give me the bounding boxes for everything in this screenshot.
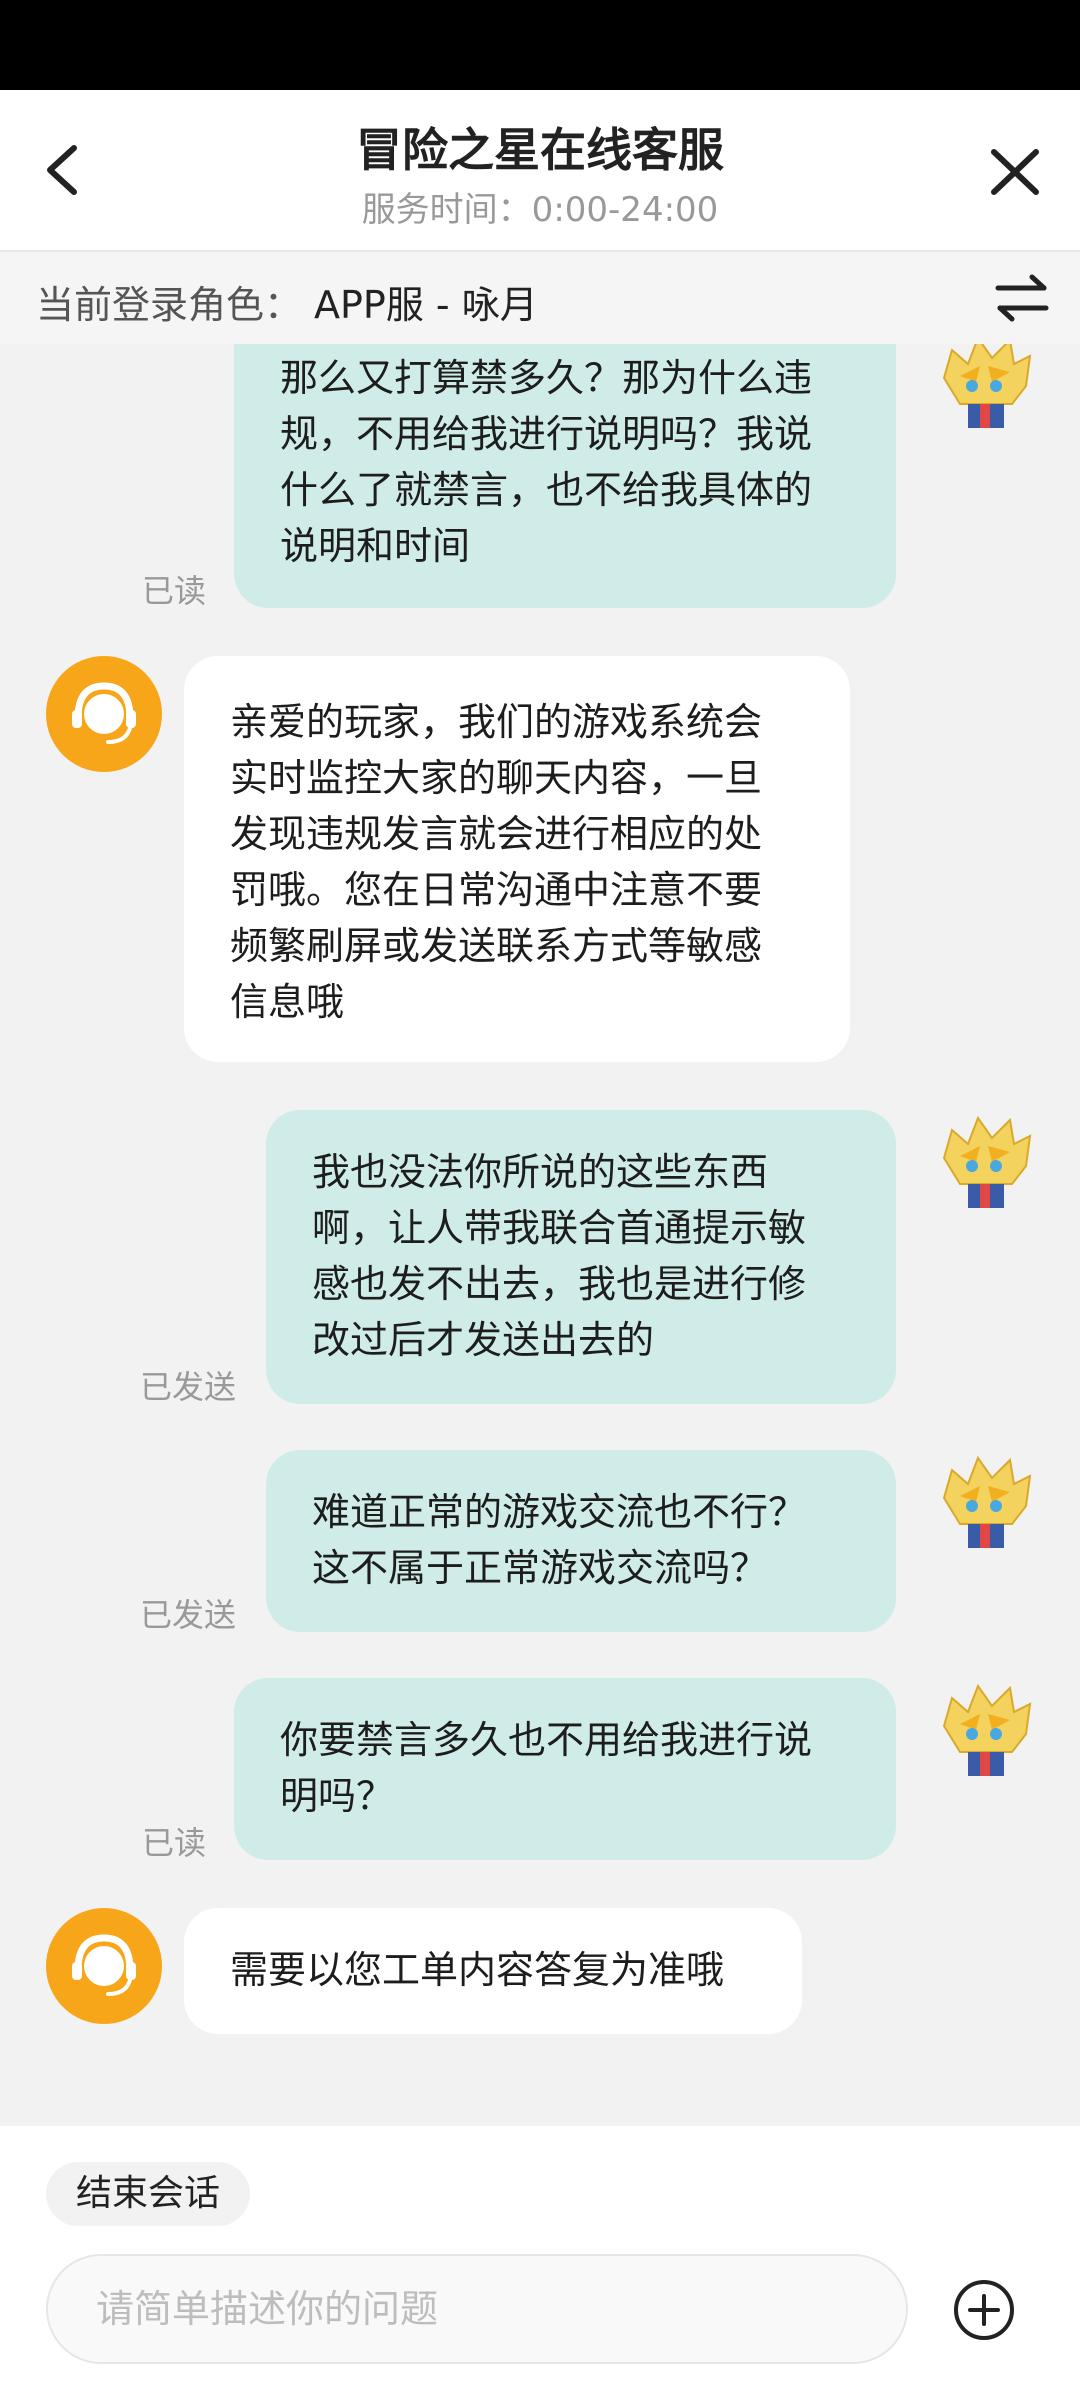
role-bar: 当前登录角色： APP服 - 咏月 xyxy=(0,252,1080,344)
user-avatar xyxy=(942,1115,1032,1208)
agent-avatar xyxy=(46,1908,162,2024)
user-avatar xyxy=(942,1683,1032,1776)
sent-receipt: 已发送 xyxy=(140,1596,237,1634)
message-line: 那么又打算禁多久？那为什么违 xyxy=(280,356,813,400)
role-label: 当前登录角色： APP服 - 咏月 xyxy=(36,283,538,327)
message-line: 亲爱的玩家，我们的游戏系统会 xyxy=(230,700,763,744)
swap-arrows-icon xyxy=(995,274,1049,322)
chat-messages[interactable]: 那么又打算禁多久？那为什么违 规，不用给我进行说明吗？我说 什么了就禁言，也不给… xyxy=(0,344,1080,2126)
close-button[interactable] xyxy=(980,130,1050,210)
user-message: 难道正常的游戏交流也不行？ 这不属于正常游戏交流吗？ xyxy=(266,1450,896,1632)
status-bar xyxy=(0,0,1080,90)
user-avatar xyxy=(942,1455,1032,1548)
message-line: 我也没法你所说的这些东西 xyxy=(312,1150,769,1194)
message-line: 说明和时间 xyxy=(280,524,471,568)
role-value: APP服 - 咏月 xyxy=(314,283,538,327)
message-line: 罚哦。您在日常沟通中注意不要 xyxy=(230,868,763,912)
message-line: 实时监控大家的聊天内容，一旦 xyxy=(230,756,763,800)
message-line: 发现违规发言就会进行相应的处 xyxy=(230,812,763,856)
agent-message: 需要以您工单内容答复为准哦 xyxy=(184,1908,802,2034)
message-line: 频繁刷屏或发送联系方式等敏感 xyxy=(230,924,763,968)
user-message: 那么又打算禁多久？那为什么违 规，不用给我进行说明吗？我说 什么了就禁言，也不给… xyxy=(234,344,896,608)
chat-footer: 结束会话 xyxy=(0,2126,1080,2400)
message-line: 规，不用给我进行说明吗？我说 xyxy=(280,412,813,456)
chat-header: 冒险之星在线客服 服务时间：0:00-24:00 xyxy=(0,90,1080,252)
agent-message: 亲爱的玩家，我们的游戏系统会 实时监控大家的聊天内容，一旦 发现违规发言就会进行… xyxy=(184,656,850,1062)
message-line: 这不属于正常游戏交流吗？ xyxy=(312,1546,769,1590)
headset-agent-icon xyxy=(72,1934,136,1996)
page-title: 冒险之星在线客服 xyxy=(356,123,724,177)
message-line: 需要以您工单内容答复为准哦 xyxy=(230,1948,725,1992)
message-input[interactable] xyxy=(46,2254,908,2364)
user-message: 我也没法你所说的这些东西 啊，让人带我联合首通提示敏 感也发不出去，我也是进行修… xyxy=(266,1110,896,1404)
message-line: 啊，让人带我联合首通提示敏 xyxy=(312,1206,807,1250)
sent-receipt: 已发送 xyxy=(140,1368,237,1406)
message-line: 什么了就禁言，也不给我具体的 xyxy=(280,468,813,512)
headset-agent-icon xyxy=(72,682,136,744)
switch-role-button[interactable] xyxy=(992,272,1052,324)
read-receipt: 已读 xyxy=(142,572,207,610)
message-line: 感也发不出去，我也是进行修 xyxy=(312,1262,807,1306)
read-receipt: 已读 xyxy=(142,1824,207,1862)
close-icon xyxy=(991,149,1039,195)
agent-avatar xyxy=(46,656,162,772)
message-line: 改过后才发送出去的 xyxy=(312,1318,655,1362)
user-avatar xyxy=(942,344,1032,428)
plus-circle-icon xyxy=(954,2280,1014,2340)
message-line: 难道正常的游戏交流也不行？ xyxy=(312,1490,807,1534)
end-session-button[interactable]: 结束会话 xyxy=(46,2162,251,2226)
add-attachment-button[interactable] xyxy=(950,2276,1018,2344)
message-line: 你要禁言多久也不用给我进行说 xyxy=(280,1718,813,1762)
service-hours: 服务时间：0:00-24:00 xyxy=(361,190,719,230)
message-line: 明吗？ xyxy=(280,1774,395,1818)
message-line: 信息哦 xyxy=(230,980,345,1024)
user-message: 你要禁言多久也不用给我进行说 明吗？ xyxy=(234,1678,896,1860)
